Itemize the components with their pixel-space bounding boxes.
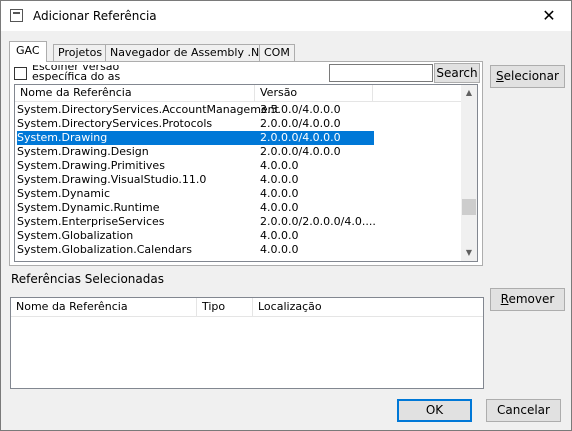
select-mnemonic: S	[496, 69, 504, 83]
table-row[interactable]: System.Drawing.VisualStudio.11.0 4.0.0.0	[15, 173, 465, 187]
selected-references-label: Referências Selecionadas	[11, 272, 164, 286]
row-name: System.Dynamic	[17, 187, 111, 200]
tab-gac[interactable]: GAC	[9, 41, 47, 62]
row-name: System.DirectoryServices.AccountManageme…	[17, 103, 279, 116]
scroll-thumb[interactable]	[462, 199, 476, 215]
window-icon	[10, 9, 23, 22]
close-icon[interactable]: ✕	[527, 1, 571, 31]
row-version: 4.0.0.0	[260, 159, 299, 172]
tab-assembly-browser[interactable]: Navegador de Assembly .NET	[105, 44, 278, 62]
search-input[interactable]	[329, 64, 433, 82]
column-header-type[interactable]: Tipo	[197, 298, 253, 317]
row-version: 2.0.0.0/4.0.0.0	[258, 131, 374, 145]
cancel-button[interactable]: Cancelar	[486, 399, 561, 422]
tab-projetos[interactable]: Projetos	[53, 44, 108, 62]
selected-list-header: Nome da Referência Tipo Localização	[11, 298, 483, 317]
table-row[interactable]: System.Drawing 2.0.0.0/4.0.0.0	[15, 131, 465, 145]
table-row[interactable]: System.Globalization 4.0.0.0	[15, 229, 465, 243]
specific-version-checkbox[interactable]	[14, 67, 27, 80]
table-row[interactable]: System.Dynamic.Runtime 4.0.0.0	[15, 201, 465, 215]
list-header: Nome da Referência Versão	[15, 85, 465, 102]
row-version: 4.0.0.0	[260, 187, 299, 200]
row-name: System.EnterpriseServices	[17, 215, 165, 228]
row-version: 2.0.0.0/4.0.0.0	[260, 145, 341, 158]
selected-references-list[interactable]: Nome da Referência Tipo Localização	[10, 297, 484, 389]
window-title: Adicionar Referência	[33, 9, 157, 23]
table-row[interactable]: System.Globalization.Calendars 4.0.0.0	[15, 243, 465, 257]
table-row[interactable]: System.DirectoryServices.AccountManageme…	[15, 103, 465, 117]
row-name: System.Globalization.Calendars	[17, 243, 192, 256]
row-name: System.Drawing.Design	[17, 145, 149, 158]
select-button[interactable]: Selecionar	[490, 65, 565, 88]
ok-button[interactable]: OK	[397, 399, 472, 422]
specific-version-option[interactable]: Escolher versão específica do as	[14, 65, 164, 81]
vertical-scrollbar[interactable]: ▲ ▼	[461, 85, 477, 261]
column-header-location[interactable]: Localização	[253, 298, 483, 317]
select-label: elecionar	[503, 69, 559, 83]
table-row[interactable]: System.DirectoryServices.Protocols 2.0.0.…	[15, 117, 465, 131]
row-name: System.Dynamic.Runtime	[17, 201, 160, 214]
column-header-ref-name[interactable]: Nome da Referência	[11, 298, 197, 317]
title-bar: Adicionar Referência ✕	[1, 1, 571, 31]
row-name: System.Drawing.VisualStudio.11.0	[17, 173, 207, 186]
remove-button[interactable]: Remover	[490, 288, 565, 311]
specific-version-label: Escolher versão específica do as	[32, 65, 121, 81]
list-rows: System.DirectoryServices.AccountManageme…	[15, 103, 465, 257]
row-version: 2.0.0.0/2.0.0.0/4.0....	[260, 215, 376, 228]
column-header-version[interactable]: Versão	[255, 85, 373, 102]
arrow-down-icon[interactable]: ▼	[461, 245, 477, 261]
tab-com[interactable]: COM	[259, 44, 295, 62]
table-row[interactable]: System.Dynamic 4.0.0.0	[15, 187, 465, 201]
row-version: 4.0.0.0	[260, 173, 299, 186]
gac-panel: Escolher versão específica do as Search …	[9, 61, 483, 266]
remove-label: emover	[508, 292, 555, 306]
table-row[interactable]: System.Drawing.Primitives 4.0.0.0	[15, 159, 465, 173]
row-name: System.DirectoryServices.Protocols	[17, 117, 213, 130]
row-name: System.Drawing.Primitives	[17, 159, 165, 172]
table-row[interactable]: System.EnterpriseServices 2.0.0.0/2.0.0.0…	[15, 215, 465, 229]
row-version: 4.0.0.0	[260, 243, 299, 256]
row-version: 2.0.0.0/4.0.0.0	[260, 117, 341, 130]
search-button[interactable]: Search	[434, 63, 480, 83]
gac-reference-list[interactable]: Nome da Referência Versão System.Directo…	[14, 84, 478, 262]
row-version: 3.5.0.0/4.0.0.0	[260, 103, 341, 116]
table-row[interactable]: System.Drawing.Design 2.0.0.0/4.0.0.0	[15, 145, 465, 159]
row-name: System.Drawing	[17, 131, 259, 145]
row-version: 4.0.0.0	[260, 201, 299, 214]
add-reference-dialog: Adicionar Referência ✕ GAC Projetos Nave…	[0, 0, 572, 431]
row-version: 4.0.0.0	[260, 229, 299, 242]
row-name: System.Globalization	[17, 229, 134, 242]
arrow-up-icon[interactable]: ▲	[461, 85, 477, 101]
column-header-name[interactable]: Nome da Referência	[15, 85, 255, 102]
